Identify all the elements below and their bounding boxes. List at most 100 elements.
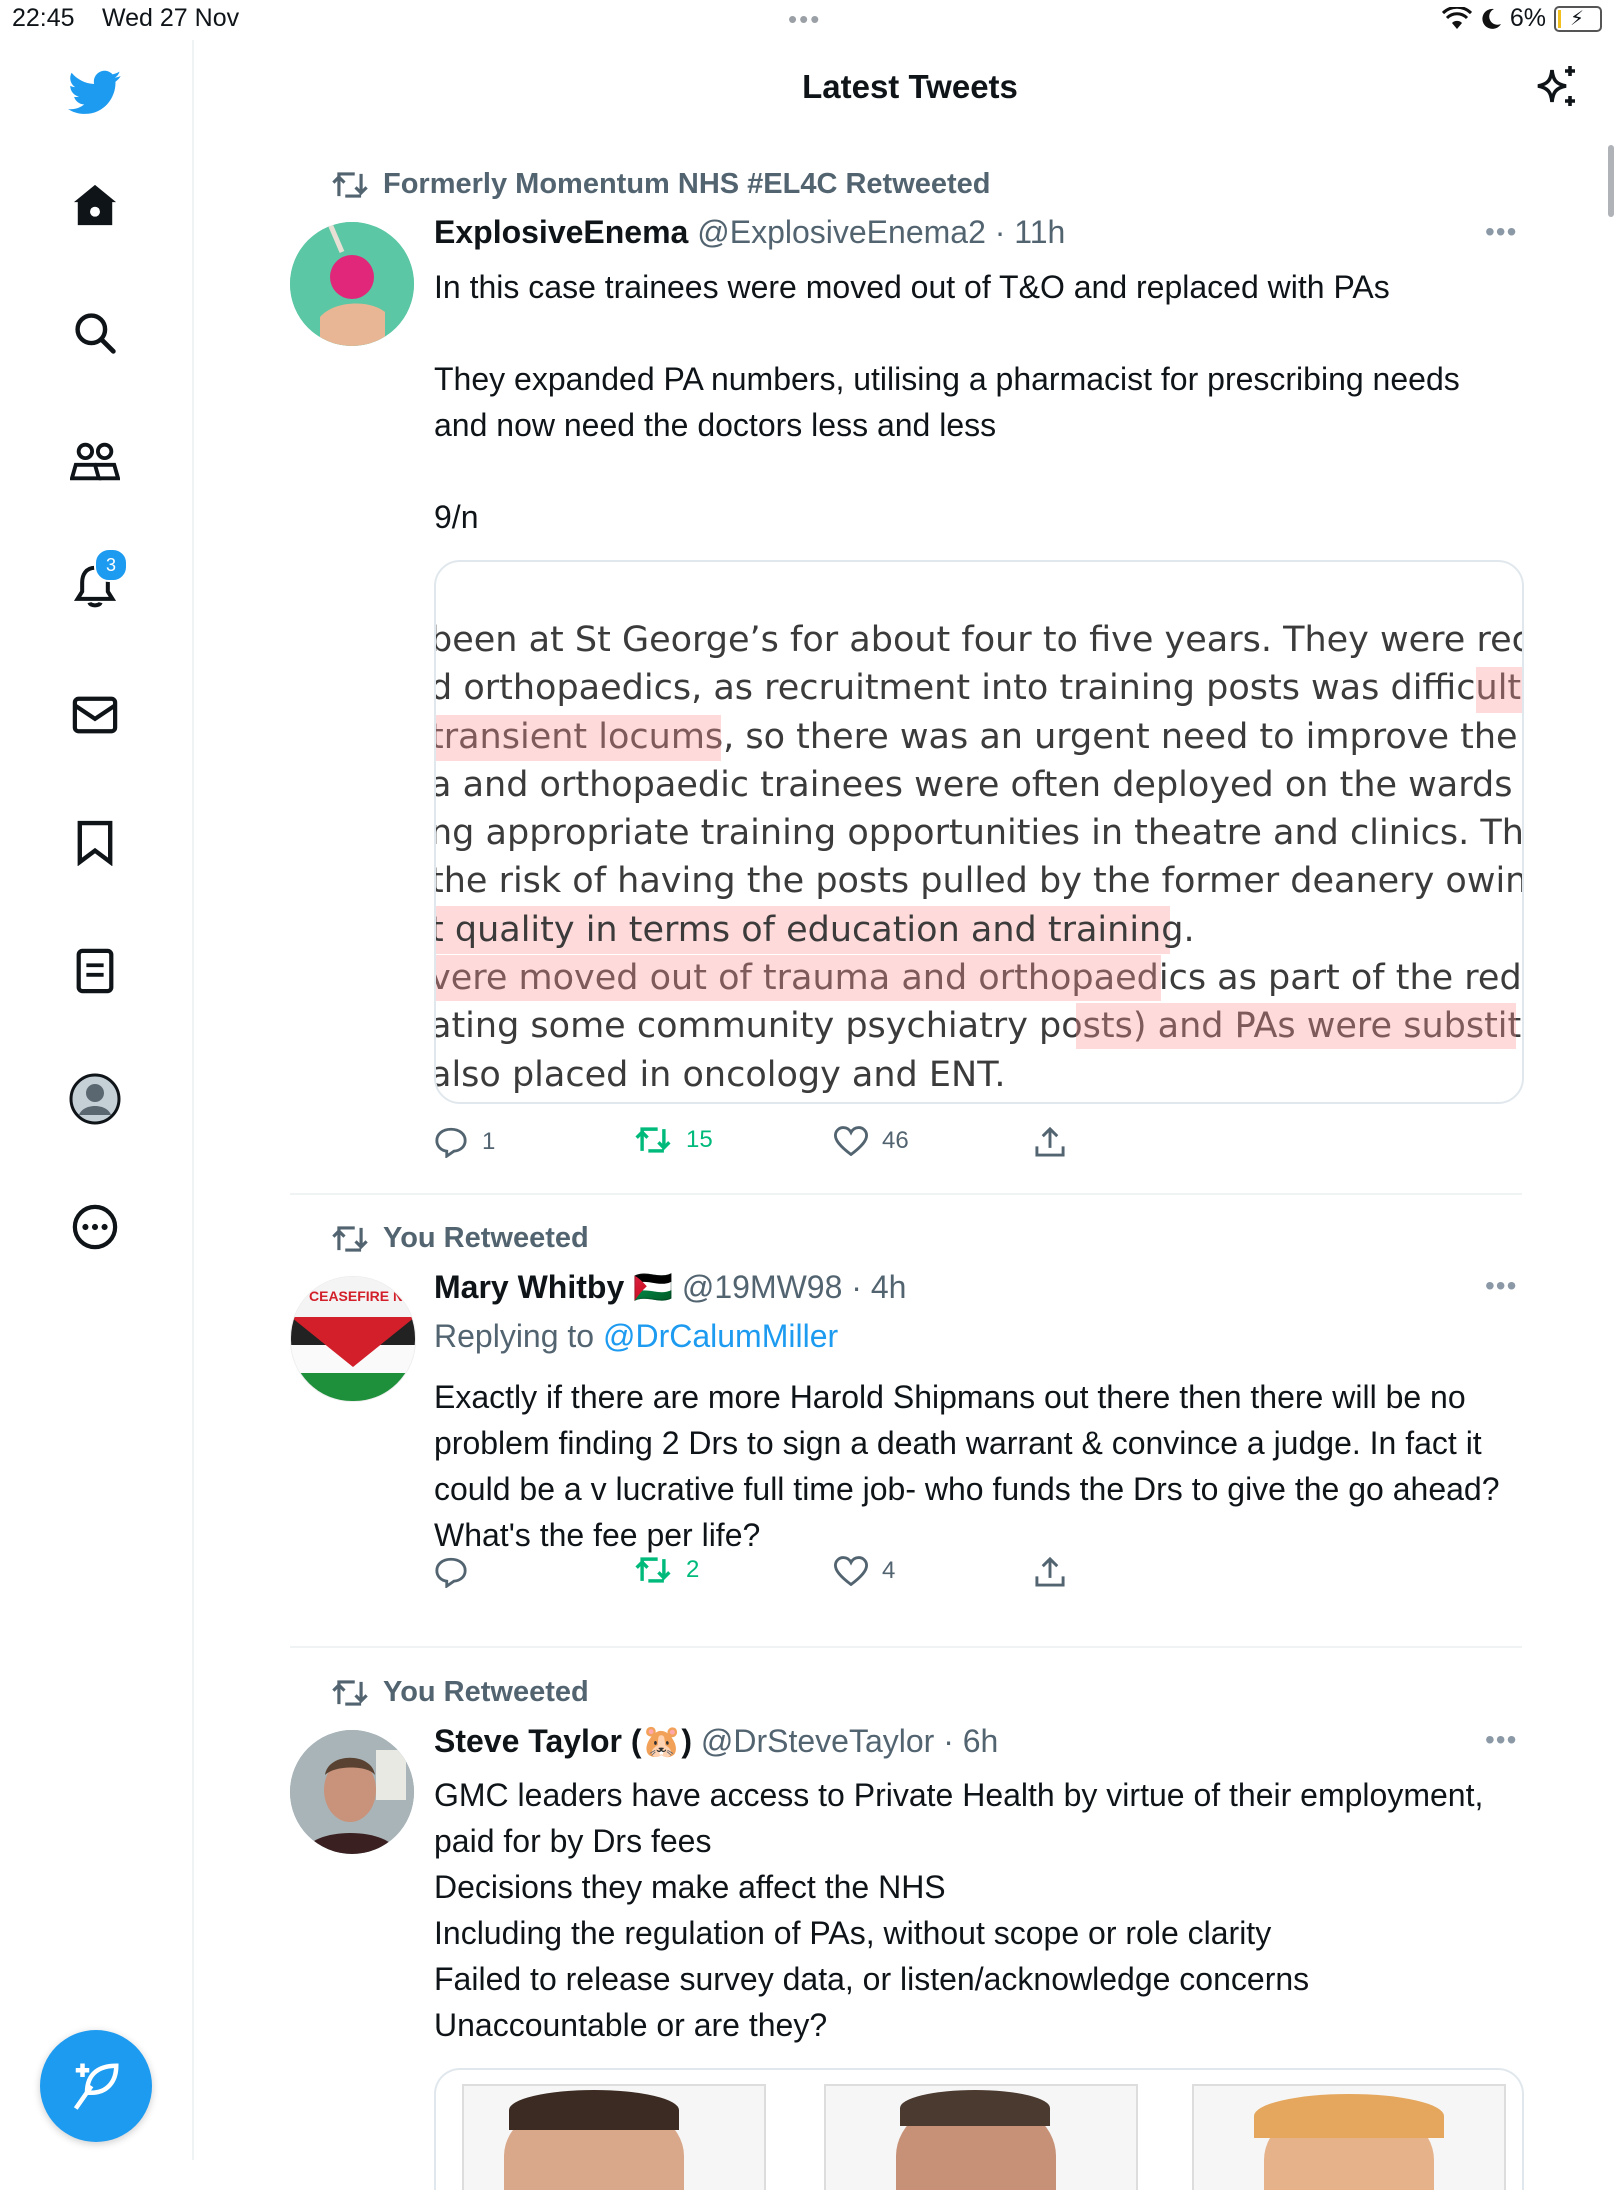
status-time: 22:45 bbox=[12, 4, 75, 32]
tweet[interactable]: Formerly Momentum NHS #EL4C Retweeted Ex… bbox=[290, 168, 1524, 1188]
author-handle: @DrSteveTaylor · 6h bbox=[700, 1723, 999, 1759]
retweet-button[interactable]: 15 bbox=[634, 1126, 713, 1154]
tweet-author: Steve Taylor (🐹) @DrSteveTaylor · 6h bbox=[434, 1722, 998, 1760]
tweet[interactable]: You Retweeted CEASEFIRE NOW Mary Whitby … bbox=[290, 1222, 1522, 1622]
sparkle-icon[interactable] bbox=[1532, 64, 1580, 117]
like-count: 4 bbox=[882, 1557, 896, 1584]
retweet-icon bbox=[635, 1557, 671, 1583]
avatar-text: CEASEFIRE NOW bbox=[309, 1288, 415, 1304]
retweet-count: 15 bbox=[686, 1126, 713, 1153]
tweet-text: In this case trainees were moved out of … bbox=[434, 269, 1460, 535]
notification-badge: 3 bbox=[94, 548, 128, 582]
retweet-icon bbox=[635, 1127, 671, 1153]
status-bar: 22:45 Wed 27 Nov ••• 6% ⚡ bbox=[0, 0, 1620, 40]
status-indicators: 6% ⚡ bbox=[1441, 4, 1602, 33]
image-portrait bbox=[824, 2084, 1138, 2190]
image-portrait bbox=[462, 2084, 766, 2190]
highlight-mark bbox=[436, 715, 721, 761]
avatar[interactable] bbox=[290, 222, 414, 346]
retweet-icon bbox=[332, 1679, 368, 1706]
tweet[interactable]: You Retweeted Steve Taylor (🐹) @DrSteveT… bbox=[290, 1676, 1524, 2190]
tweet-image[interactable] bbox=[434, 2068, 1524, 2190]
tweet-more-button[interactable]: ••• bbox=[1485, 216, 1517, 248]
moon-icon bbox=[1482, 8, 1501, 29]
messages-icon[interactable] bbox=[60, 680, 130, 750]
highlight-mark bbox=[1076, 1003, 1516, 1049]
retweet-context: Formerly Momentum NHS #EL4C Retweeted bbox=[332, 168, 991, 201]
retweet-context: You Retweeted bbox=[332, 1222, 589, 1255]
reply-button[interactable]: 1 bbox=[434, 1126, 495, 1158]
tweet-divider bbox=[290, 1193, 1522, 1195]
excerpt-line: t quality in terms of education and trai… bbox=[436, 905, 1195, 955]
sidebar: 3 bbox=[0, 40, 194, 2160]
twitter-logo-icon[interactable] bbox=[60, 58, 130, 128]
share-button[interactable] bbox=[1034, 1556, 1066, 1588]
avatar[interactable]: CEASEFIRE NOW bbox=[290, 1276, 416, 1402]
excerpt-line: d orthopaedics, as recruitment into trai… bbox=[436, 668, 1522, 709]
avatar[interactable] bbox=[290, 1730, 414, 1854]
retweet-icon bbox=[332, 1225, 368, 1252]
battery-percent: 6% bbox=[1509, 4, 1546, 32]
reply-count: 1 bbox=[482, 1128, 496, 1155]
author-name[interactable]: ExplosiveEnema bbox=[434, 214, 688, 250]
excerpt-line: a and orthopaedic trainees were often de… bbox=[434, 764, 1524, 805]
retweet-context-label: Formerly Momentum NHS #EL4C Retweeted bbox=[383, 168, 991, 200]
retweet-context-label: You Retweeted bbox=[383, 1222, 589, 1254]
bookmarks-icon[interactable] bbox=[60, 808, 130, 878]
retweet-context-label: You Retweeted bbox=[383, 1676, 589, 1708]
like-button[interactable]: 4 bbox=[834, 1556, 895, 1586]
tweet-text: GMC leaders have access to Private Healt… bbox=[434, 1777, 1484, 2043]
tweet-more-button[interactable]: ••• bbox=[1485, 1270, 1517, 1302]
excerpt-line: been at St George’s for about four to fi… bbox=[434, 620, 1522, 660]
reply-icon bbox=[435, 1127, 467, 1158]
page-title: Latest Tweets bbox=[802, 68, 1018, 105]
search-icon[interactable] bbox=[60, 298, 130, 368]
tweet-text: Exactly if there are more Harold Shipman… bbox=[434, 1379, 1500, 1553]
highlight-mark bbox=[436, 955, 1161, 1001]
compose-tweet-button[interactable] bbox=[40, 2030, 152, 2142]
lists-icon[interactable] bbox=[60, 936, 130, 1006]
author-name[interactable]: Steve Taylor (🐹) bbox=[434, 1723, 692, 1759]
tweet-author: Mary Whitby 🇵🇸 @19MW98 · 4h bbox=[434, 1268, 906, 1306]
retweet-context: You Retweeted bbox=[332, 1676, 589, 1709]
excerpt-line: ng appropriate training opportunities in… bbox=[434, 813, 1524, 854]
replying-to-link[interactable]: @DrCalumMiller bbox=[603, 1318, 838, 1354]
replying-to: Replying to @DrCalumMiller bbox=[434, 1318, 838, 1355]
retweet-count: 2 bbox=[686, 1556, 700, 1583]
retweet-icon bbox=[332, 171, 368, 198]
like-button[interactable]: 46 bbox=[834, 1126, 909, 1156]
battery-icon: ⚡ bbox=[1554, 5, 1602, 32]
multitasking-dots-icon[interactable]: ••• bbox=[788, 4, 821, 35]
author-handle: @19MW98 · 4h bbox=[681, 1269, 907, 1305]
retweet-button[interactable]: 2 bbox=[634, 1556, 699, 1584]
more-icon[interactable] bbox=[60, 1192, 130, 1262]
share-icon bbox=[1035, 1556, 1065, 1587]
status-date: Wed 27 Nov bbox=[102, 4, 240, 32]
notifications-icon[interactable]: 3 bbox=[60, 548, 130, 622]
profile-icon[interactable] bbox=[60, 1064, 130, 1134]
share-button[interactable] bbox=[1034, 1126, 1066, 1158]
author-handle: @ExplosiveEnema2 · 11h bbox=[697, 214, 1066, 250]
excerpt-line: the risk of having the posts pulled by t… bbox=[434, 861, 1524, 902]
wifi-icon bbox=[1441, 6, 1472, 29]
tweet-actions: 1 15 46 bbox=[434, 1126, 1094, 1166]
like-count: 46 bbox=[882, 1127, 909, 1154]
reply-button[interactable] bbox=[434, 1556, 482, 1588]
replying-prefix: Replying to bbox=[434, 1318, 595, 1354]
tweet-actions: 2 4 bbox=[434, 1556, 1094, 1596]
heart-icon bbox=[834, 1556, 868, 1586]
excerpt-line: also placed in oncology and ENT. bbox=[434, 1054, 1006, 1095]
tweet-more-button[interactable]: ••• bbox=[1485, 1724, 1517, 1756]
author-name[interactable]: Mary Whitby 🇵🇸 bbox=[434, 1269, 673, 1305]
communities-icon[interactable] bbox=[60, 426, 130, 496]
share-icon bbox=[1035, 1126, 1065, 1157]
tweet-author: ExplosiveEnema @ExplosiveEnema2 · 11h bbox=[434, 214, 1065, 251]
scrollbar[interactable] bbox=[1608, 145, 1614, 217]
heart-icon bbox=[834, 1126, 868, 1156]
home-icon[interactable] bbox=[60, 170, 130, 240]
tweet-image[interactable]: been at St George’s for about four to fi… bbox=[434, 560, 1524, 1104]
tweet-divider bbox=[290, 1646, 1522, 1648]
highlight-mark bbox=[1476, 667, 1522, 713]
reply-icon bbox=[435, 1557, 467, 1588]
compose-feather-icon bbox=[73, 2063, 119, 2110]
